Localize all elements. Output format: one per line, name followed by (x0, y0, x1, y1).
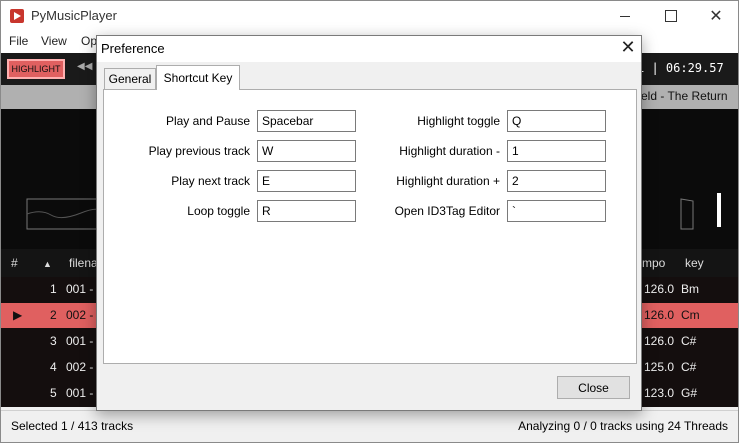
row-key: Cm (681, 308, 700, 322)
play-previous-input[interactable] (257, 140, 356, 162)
play-pause-label: Play and Pause (165, 114, 250, 128)
col-key-header[interactable]: key (685, 256, 704, 270)
status-analysis: Analyzing 0 / 0 tracks using 24 Threads (518, 419, 728, 433)
highlight-duration-plus-label: Highlight duration + (396, 174, 500, 188)
status-selection: Selected 1 / 413 tracks (11, 419, 134, 433)
play-indicator-icon: ▶ (13, 308, 23, 322)
dialog-title: Preference (101, 41, 165, 56)
col-tempo-header[interactable]: mpo (642, 256, 665, 270)
row-filename: 002 - (66, 360, 94, 374)
sort-ascending-icon[interactable]: ▲ (43, 259, 52, 269)
close-window-button[interactable]: ✕ (693, 1, 738, 31)
menu-options[interactable]: Op (81, 34, 97, 48)
play-next-label: Play next track (171, 174, 250, 188)
maximize-button[interactable] (648, 1, 694, 31)
open-id3tag-editor-label: Open ID3Tag Editor (394, 204, 500, 218)
row-tempo: 126.0 (644, 308, 675, 322)
row-number: 4 (50, 360, 57, 374)
open-id3tag-editor-input[interactable] (507, 200, 606, 222)
rewind-icon[interactable]: ◀◀ (77, 61, 92, 72)
highlight-duration-minus-input[interactable] (507, 140, 606, 162)
close-button[interactable]: Close (557, 376, 630, 399)
dialog-titlebar: Preference ✕ (97, 36, 641, 62)
main-titlebar: PyMusicPlayer ✕ (1, 1, 738, 31)
row-number: 2 (50, 308, 57, 322)
menu-view[interactable]: View (41, 34, 67, 48)
shortcut-key-panel: Play and Pause Play previous track Play … (103, 89, 637, 364)
playhead-marker[interactable] (717, 193, 721, 227)
row-key: G# (681, 386, 698, 400)
row-number: 3 (50, 334, 57, 348)
menu-file[interactable]: File (9, 34, 28, 48)
statusbar: Selected 1 / 413 tracks Analyzing 0 / 0 … (1, 410, 738, 442)
row-filename: 001 - (66, 334, 94, 348)
minimize-button[interactable] (602, 1, 648, 31)
app-title: PyMusicPlayer (31, 8, 117, 23)
app-icon (10, 9, 24, 23)
row-filename: 001 - (66, 282, 94, 296)
row-filename: 002 - (66, 308, 94, 322)
row-key: C# (681, 334, 697, 348)
row-tempo: 126.0 (644, 282, 675, 296)
loop-toggle-label: Loop toggle (187, 204, 250, 218)
play-previous-label: Play previous track (148, 144, 250, 158)
preference-dialog: Preference ✕ General Shortcut Key Play a… (96, 35, 642, 411)
col-number-header[interactable]: # (11, 256, 18, 270)
tab-general[interactable]: General (104, 68, 156, 89)
loop-toggle-input[interactable] (257, 200, 356, 222)
highlight-toggle-input[interactable] (507, 110, 606, 132)
row-number: 5 (50, 386, 57, 400)
dialog-close-icon[interactable]: ✕ (617, 37, 639, 58)
row-tempo: 125.0 (644, 360, 675, 374)
row-tempo: 123.0 (644, 386, 675, 400)
play-next-input[interactable] (257, 170, 356, 192)
highlight-duration-plus-input[interactable] (507, 170, 606, 192)
row-filename: 001 - (66, 386, 94, 400)
play-pause-input[interactable] (257, 110, 356, 132)
highlight-toggle-label: Highlight toggle (417, 114, 500, 128)
row-tempo: 126.0 (644, 334, 675, 348)
highlight-duration-minus-label: Highlight duration - (399, 144, 500, 158)
tab-shortcut-key[interactable]: Shortcut Key (156, 65, 240, 90)
row-key: Bm (681, 282, 699, 296)
row-key: C# (681, 360, 697, 374)
now-playing-title: eld - The Return (641, 89, 728, 103)
highlight-button[interactable]: HIGHLIGHT (7, 59, 65, 79)
time-display: 1 | 06:29.57 (637, 61, 724, 75)
col-filename-header[interactable]: filena (69, 256, 98, 270)
row-number: 1 (50, 282, 57, 296)
